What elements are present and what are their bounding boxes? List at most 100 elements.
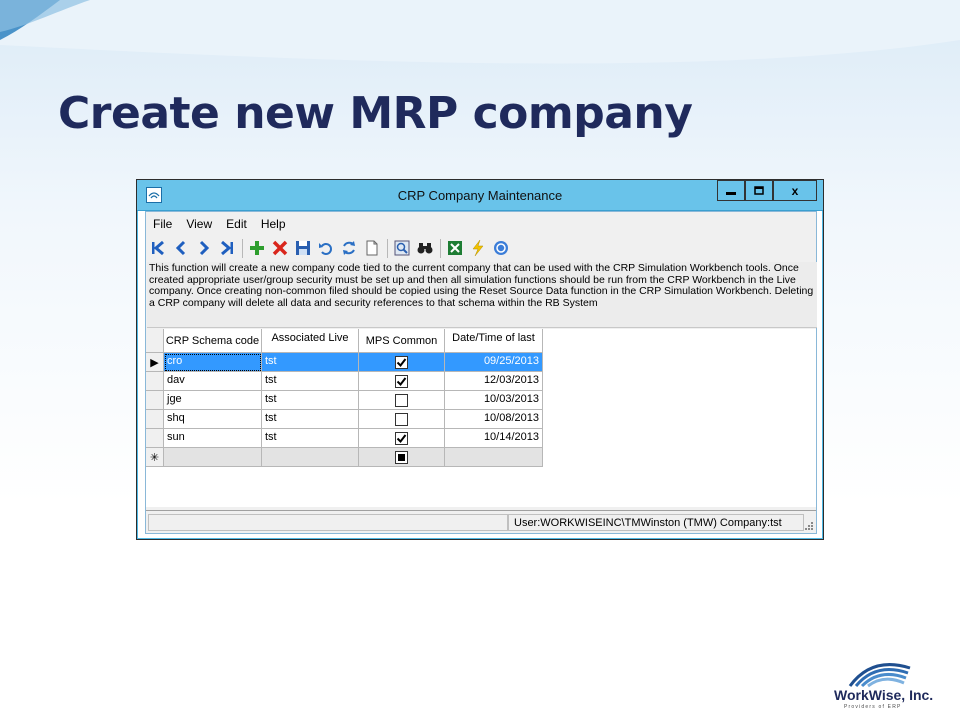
slide-title: Create new MRP company [58, 88, 693, 139]
header-swoosh [0, 0, 960, 64]
table-row[interactable]: jge tst 10/03/2013 [146, 391, 543, 410]
cell-date-time[interactable]: 10/03/2013 [445, 391, 543, 410]
cell-mps-common[interactable] [359, 410, 445, 429]
cell-schema-code[interactable]: shq [164, 410, 262, 429]
menu-help[interactable]: Help [254, 214, 293, 234]
cell-schema-code[interactable]: cro [164, 353, 262, 372]
excel-export-button[interactable] [445, 239, 464, 258]
logo-name: WorkWise, Inc. [834, 687, 934, 703]
new-row[interactable]: ✳ [146, 448, 543, 467]
status-panel-left [148, 514, 508, 531]
last-record-button[interactable] [217, 239, 236, 258]
cell-mps-common[interactable] [359, 372, 445, 391]
undo-button[interactable] [316, 239, 335, 258]
table-row[interactable]: ▶ cro tst 09/25/2013 [146, 353, 543, 372]
new-document-icon [366, 240, 377, 256]
grid-header-row: CRP Schema code Associated Live MPS Comm… [146, 329, 543, 353]
cell-mps-common[interactable] [359, 391, 445, 410]
add-icon [249, 241, 264, 255]
status-bar: User:WORKWISEINC\TMWinston (TMW) Company… [146, 510, 816, 533]
help-icon [493, 241, 508, 255]
mps-common-checkbox[interactable] [395, 374, 408, 388]
menu-view[interactable]: View [179, 214, 219, 234]
table-row[interactable]: shq tst 10/08/2013 [146, 410, 543, 429]
close-button[interactable]: x [773, 180, 817, 201]
toolbar-separator [242, 238, 243, 258]
function-description: This function will create a new company … [147, 262, 817, 328]
toolbar [148, 235, 528, 261]
mps-common-checkbox[interactable] [395, 393, 408, 407]
lightning-button[interactable] [468, 239, 487, 258]
new-row-associated-live[interactable] [262, 448, 359, 467]
close-icon: x [791, 183, 799, 198]
cell-associated-live[interactable]: tst [262, 372, 359, 391]
save-button[interactable] [293, 239, 312, 258]
status-user-company: User:WORKWISEINC\TMWinston (TMW) Company… [508, 514, 804, 531]
indeterminate-mark-icon [398, 453, 405, 461]
new-row-asterisk-icon[interactable]: ✳ [146, 448, 164, 467]
new-row-date-time[interactable] [445, 448, 543, 467]
next-record-button[interactable] [194, 239, 213, 258]
cell-schema-code[interactable]: sun [164, 429, 262, 448]
delete-icon [272, 240, 287, 256]
first-record-icon [151, 240, 164, 256]
mps-common-checkbox-indeterminate[interactable] [395, 450, 408, 464]
table-row[interactable]: sun tst 10/14/2013 [146, 429, 543, 448]
cell-mps-common[interactable] [359, 353, 445, 372]
grid-corner[interactable] [146, 329, 164, 353]
toolbar-separator [440, 238, 441, 258]
row-header[interactable] [146, 410, 164, 429]
menu-edit[interactable]: Edit [219, 214, 254, 234]
cell-schema-code[interactable]: dav [164, 372, 262, 391]
toolbar-separator [387, 238, 388, 258]
column-header-associated-live[interactable]: Associated Live [262, 329, 359, 353]
find-button[interactable] [415, 239, 434, 258]
maximize-button[interactable] [745, 180, 773, 201]
lightning-icon [471, 240, 484, 256]
first-record-button[interactable] [148, 239, 167, 258]
add-button[interactable] [247, 239, 266, 258]
mps-common-checkbox[interactable] [395, 355, 408, 369]
refresh-icon [342, 241, 355, 255]
cell-associated-live[interactable]: tst [262, 353, 359, 372]
row-header[interactable] [146, 372, 164, 391]
column-header-date-time-of-last[interactable]: Date/Time of last [445, 329, 543, 353]
window-titlebar[interactable]: CRP Company Maintenance x [137, 180, 823, 211]
new-row-mps-common[interactable] [359, 448, 445, 467]
cell-date-time[interactable]: 12/03/2013 [445, 372, 543, 391]
mps-common-checkbox[interactable] [395, 412, 408, 426]
row-header[interactable] [146, 429, 164, 448]
cell-associated-live[interactable]: tst [262, 429, 359, 448]
cell-schema-code[interactable]: jge [164, 391, 262, 410]
minimize-button[interactable] [717, 180, 745, 201]
crp-company-maintenance-window: CRP Company Maintenance x File View Edit… [136, 179, 824, 540]
menu-file[interactable]: File [146, 214, 179, 234]
cell-associated-live[interactable]: tst [262, 391, 359, 410]
help-button[interactable] [491, 239, 510, 258]
undo-icon [318, 243, 332, 255]
delete-button[interactable] [270, 239, 289, 258]
cell-date-time[interactable]: 10/08/2013 [445, 410, 543, 429]
table-row[interactable]: dav tst 12/03/2013 [146, 372, 543, 391]
row-header[interactable] [146, 391, 164, 410]
resize-grip-icon[interactable] [804, 521, 814, 531]
mps-common-checkbox[interactable] [395, 431, 408, 445]
cell-associated-live[interactable]: tst [262, 410, 359, 429]
excel-export-icon [447, 241, 462, 255]
column-header-mps-common[interactable]: MPS Common [359, 329, 445, 353]
cell-date-time[interactable]: 09/25/2013 [445, 353, 543, 372]
new-document-button[interactable] [362, 239, 381, 258]
cell-mps-common[interactable] [359, 429, 445, 448]
find-binoculars-icon [417, 243, 432, 254]
refresh-button[interactable] [339, 239, 358, 258]
cell-date-time[interactable]: 10/14/2013 [445, 429, 543, 448]
column-header-crp-schema-code[interactable]: CRP Schema code [164, 329, 262, 353]
last-record-icon [220, 240, 233, 256]
crp-company-grid: CRP Schema code Associated Live MPS Comm… [146, 329, 543, 467]
save-icon [295, 241, 310, 255]
logo-tagline: Providers of ERP [844, 704, 902, 710]
preview-button[interactable] [392, 239, 411, 258]
previous-record-button[interactable] [171, 239, 190, 258]
current-row-indicator-icon[interactable]: ▶ [146, 353, 164, 372]
new-row-schema-code[interactable] [164, 448, 262, 467]
